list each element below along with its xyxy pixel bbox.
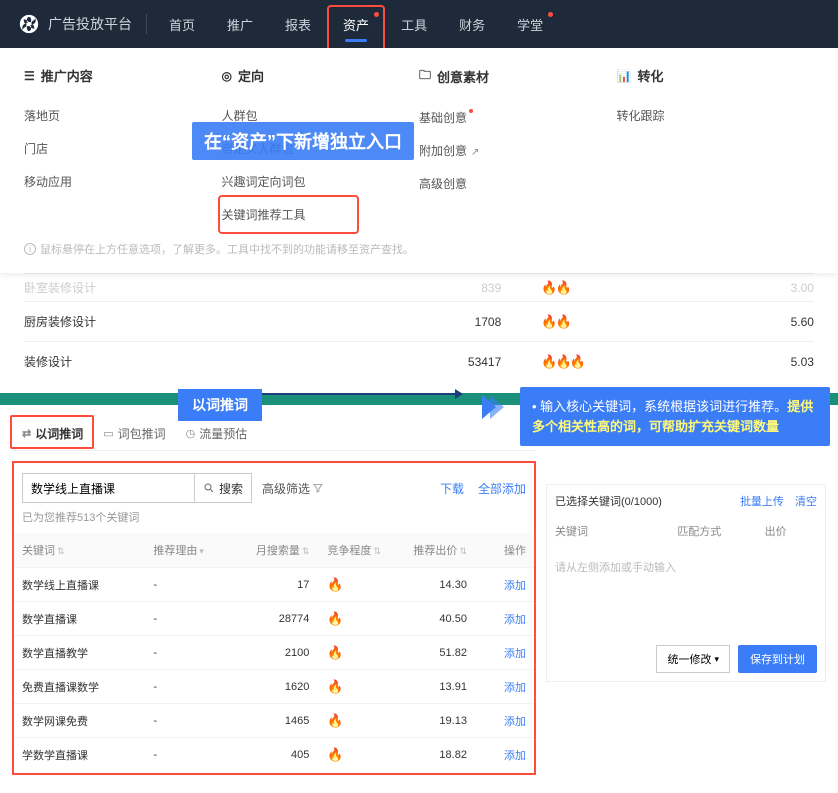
nav-item-1[interactable]: 推广: [211, 0, 269, 48]
save-to-plan-button[interactable]: 保存到计划: [738, 645, 817, 673]
advanced-filter[interactable]: 高级筛选: [262, 480, 324, 497]
folder-icon: 🗀: [419, 66, 431, 87]
table-row: 厨房装修设计1708🔥🔥5.60: [24, 301, 814, 341]
highlight-box-tab: [10, 415, 94, 449]
add-keyword-link[interactable]: 添加: [504, 580, 526, 592]
flame-icon: 🔥: [327, 577, 393, 593]
dropdown-col-title: ☰推广内容: [24, 66, 222, 85]
selected-columns: 关键词 匹配方式 出价: [555, 517, 817, 545]
keyword-table-header: 关键词⇅ 推荐理由▾ 月搜索量⇅ 竞争程度⇅ 推荐出价⇅ 操作: [14, 533, 534, 567]
selected-keywords-panel: 已选择关键词(0/1000) 批量上传 清空 关键词 匹配方式 出价 请从左侧添…: [546, 484, 826, 682]
table-row: 数学直播教学-2100🔥51.82添加: [14, 635, 534, 669]
flame-icon: 🔥: [327, 645, 393, 661]
selected-empty-hint: 请从左侧添加或手动输入: [555, 545, 817, 635]
dropdown-tip: i 鼠标悬停在上方任意选项，了解更多。工具中找不到的功能请移至资产查找。: [24, 231, 814, 263]
main-nav: 首页推广报表资产工具财务学堂: [153, 0, 559, 48]
dropdown-item[interactable]: 关键词推荐工具: [222, 198, 420, 231]
recommend-hint: 已为您推荐513个关键词: [14, 509, 534, 525]
nav-item-0[interactable]: 首页: [153, 0, 211, 48]
keyword-search-input[interactable]: [23, 474, 194, 502]
table-row: 卧室装修设计839🔥🔥3.00: [24, 273, 814, 301]
annotation-chip: 以词推词: [178, 389, 262, 421]
nav-item-6[interactable]: 学堂: [501, 0, 559, 48]
assets-dropdown: ☰推广内容落地页门店移动应用◎定向人群包自定义人群包兴趣词定向词包关键词推荐工具…: [0, 48, 838, 273]
platform-title: 广告投放平台: [48, 14, 147, 34]
chevron-icon: [488, 395, 504, 419]
dropdown-col-title: 📊转化: [617, 66, 815, 85]
results-table-top: 卧室装修设计839🔥🔥3.00厨房装修设计1708🔥🔥5.60装修设计53417…: [0, 273, 838, 393]
table-row: 数学网课免费-1465🔥19.13添加: [14, 703, 534, 737]
table-row: 数学线上直播课-17🔥14.30添加: [14, 567, 534, 601]
nav-item-4[interactable]: 工具: [385, 0, 443, 48]
chevron-down-icon: ▾: [714, 654, 719, 665]
platform-logo-icon: [18, 13, 40, 35]
annotation-entry: 在“资产”下新增独立入口: [192, 122, 414, 160]
tab-2[interactable]: ◷流量预估: [176, 417, 258, 450]
unify-modify-button[interactable]: 统一修改 ▾: [656, 645, 730, 673]
flame-icon: 🔥🔥🔥: [541, 354, 711, 370]
table-row: 免费直播课数学-1620🔥13.91添加: [14, 669, 534, 703]
keyword-tool-section: ⇄以词推词▭词包推词◷流量预估 搜索 高级筛选 下载 全部添加: [0, 405, 838, 793]
info-icon: i: [24, 243, 36, 255]
dropdown-item[interactable]: 移动应用: [24, 165, 222, 198]
nav-item-2[interactable]: 报表: [269, 0, 327, 48]
dropdown-col: 🗀创意素材基础创意附加创意↗高级创意: [419, 66, 617, 231]
search-icon: [203, 482, 215, 494]
flame-icon: 🔥: [327, 611, 393, 627]
download-link[interactable]: 下载: [440, 480, 464, 497]
batch-upload-link[interactable]: 批量上传: [740, 496, 784, 508]
clear-link[interactable]: 清空: [795, 496, 817, 508]
app-header: 广告投放平台 首页推广报表资产工具财务学堂: [0, 0, 838, 48]
dropdown-item[interactable]: 兴趣词定向词包: [222, 165, 420, 198]
annotation-tip: • 输入核心关键词，系统根据该词进行推荐。提供多个相关性高的词，可帮助扩充关键词…: [520, 387, 830, 446]
flame-icon: 🔥: [327, 679, 393, 695]
sort-icon[interactable]: ▾: [199, 546, 204, 556]
sort-icon[interactable]: ⇅: [302, 546, 310, 556]
dropdown-item[interactable]: 高级创意: [419, 167, 617, 200]
flame-icon: 🔥🔥: [541, 314, 711, 330]
keyword-results-panel: 搜索 高级筛选 下载 全部添加 已为您推荐513个关键词 关键词⇅ 推荐理由▾ …: [12, 461, 536, 775]
nav-item-5[interactable]: 财务: [443, 0, 501, 48]
dropdown-item[interactable]: 附加创意↗: [419, 134, 617, 167]
dropdown-item[interactable]: 转化跟踪: [617, 99, 815, 132]
funnel-icon: [312, 482, 324, 494]
flow-icon: ◷: [186, 427, 196, 440]
sort-icon[interactable]: ⇅: [459, 546, 467, 556]
dropdown-col: 📊转化转化跟踪: [617, 66, 815, 231]
add-keyword-link[interactable]: 添加: [504, 716, 526, 728]
external-icon: ↗: [471, 147, 479, 158]
sort-icon[interactable]: ⇅: [373, 546, 381, 556]
tab-1[interactable]: ▭词包推词: [93, 417, 175, 450]
pkg-icon: ▭: [103, 427, 113, 440]
list-icon: ☰: [24, 69, 35, 83]
add-keyword-link[interactable]: 添加: [504, 614, 526, 626]
flame-icon: 🔥🔥: [541, 280, 711, 296]
dropdown-item[interactable]: 基础创意: [419, 101, 617, 134]
add-all-link[interactable]: 全部添加: [478, 480, 526, 497]
table-row: 数学直播课-28774🔥40.50添加: [14, 601, 534, 635]
table-row: 装修设计53417🔥🔥🔥5.03: [24, 341, 814, 381]
table-row: 学数学直播课-405🔥18.82添加: [14, 737, 534, 771]
keyword-tabs: ⇄以词推词▭词包推词◷流量预估: [12, 417, 536, 451]
nav-item-3[interactable]: 资产: [327, 0, 385, 48]
bars-icon: 📊: [617, 69, 632, 83]
dropdown-col-title: ◎定向: [222, 66, 420, 85]
logo-wrap: 广告投放平台: [18, 13, 153, 35]
search-button[interactable]: 搜索: [194, 474, 251, 502]
add-keyword-link[interactable]: 添加: [504, 648, 526, 660]
flame-icon: 🔥: [327, 747, 393, 763]
selected-count: 已选择关键词(0/1000): [555, 493, 662, 509]
flame-icon: 🔥: [327, 713, 393, 729]
target-icon: ◎: [222, 69, 232, 83]
sort-icon[interactable]: ⇅: [57, 546, 65, 556]
dropdown-col-title: 🗀创意素材: [419, 66, 617, 87]
keyword-search-box: 搜索: [22, 473, 252, 503]
add-keyword-link[interactable]: 添加: [504, 682, 526, 694]
